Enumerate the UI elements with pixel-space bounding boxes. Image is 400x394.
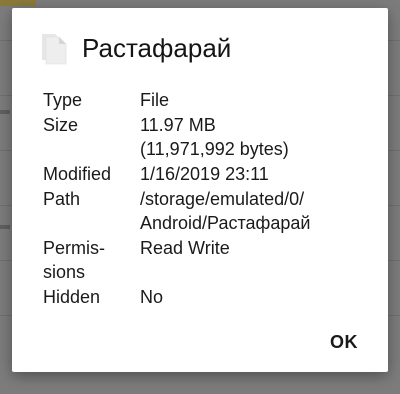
property-row-type: Type File [43, 88, 373, 113]
permissions-value-text: Read Write [140, 238, 230, 258]
path-label-text: Path [43, 189, 81, 209]
background-chip [0, 225, 10, 229]
ok-button[interactable]: OK [324, 328, 364, 356]
permissions-label: Permis- sions [43, 236, 140, 285]
modified-value-text: 1/16/2019 23:11 [140, 164, 269, 184]
size-value-bytes: (11,971,992 bytes) [140, 139, 289, 159]
path-value-line1: /storage/emulated/0/ [140, 189, 305, 209]
property-row-path: Path /storage/emulated/0/ Android/Растаф… [43, 187, 373, 236]
modified-label-text: Modified [43, 164, 112, 184]
file-icon [42, 34, 67, 65]
path-value-line2: Android/Растафарай [140, 213, 311, 233]
size-label: Size [43, 113, 140, 162]
background-chip [0, 110, 10, 114]
type-label: Type [43, 88, 140, 113]
size-value: 11.97 MB (11,971,992 bytes) [140, 113, 373, 162]
modified-label: Modified [43, 162, 140, 187]
size-value-mb: 11.97 MB [140, 115, 216, 135]
property-row-hidden: Hidden No [43, 285, 373, 310]
type-value-text: File [140, 90, 170, 110]
modified-value: 1/16/2019 23:11 [140, 162, 373, 187]
dialog-header: Растафарай [38, 28, 368, 68]
type-label-text: Type [43, 90, 83, 110]
path-value: /storage/emulated/0/ Android/Растафарай [140, 187, 373, 236]
property-row-size: Size 11.97 MB (11,971,992 bytes) [43, 113, 373, 162]
permissions-label-line1: Permis- [43, 238, 105, 258]
property-row-permissions: Permis- sions Read Write [43, 236, 373, 285]
dialog-title: Растафарай [82, 32, 232, 63]
size-label-text: Size [43, 115, 79, 135]
path-label: Path [43, 187, 140, 236]
type-value: File [140, 88, 373, 113]
properties-dialog: Растафарай Type File Size 11.97 MB (11,9… [12, 8, 388, 372]
hidden-label: Hidden [43, 285, 140, 310]
permissions-label-line2: sions [43, 262, 86, 282]
background-accent [0, 0, 36, 6]
properties-table: Type File Size 11.97 MB (11,971,992 byte… [43, 88, 373, 310]
hidden-label-text: Hidden [43, 287, 101, 307]
permissions-value: Read Write [140, 236, 373, 285]
property-row-modified: Modified 1/16/2019 23:11 [43, 162, 373, 187]
hidden-value-text: No [140, 287, 164, 307]
hidden-value: No [140, 285, 373, 310]
